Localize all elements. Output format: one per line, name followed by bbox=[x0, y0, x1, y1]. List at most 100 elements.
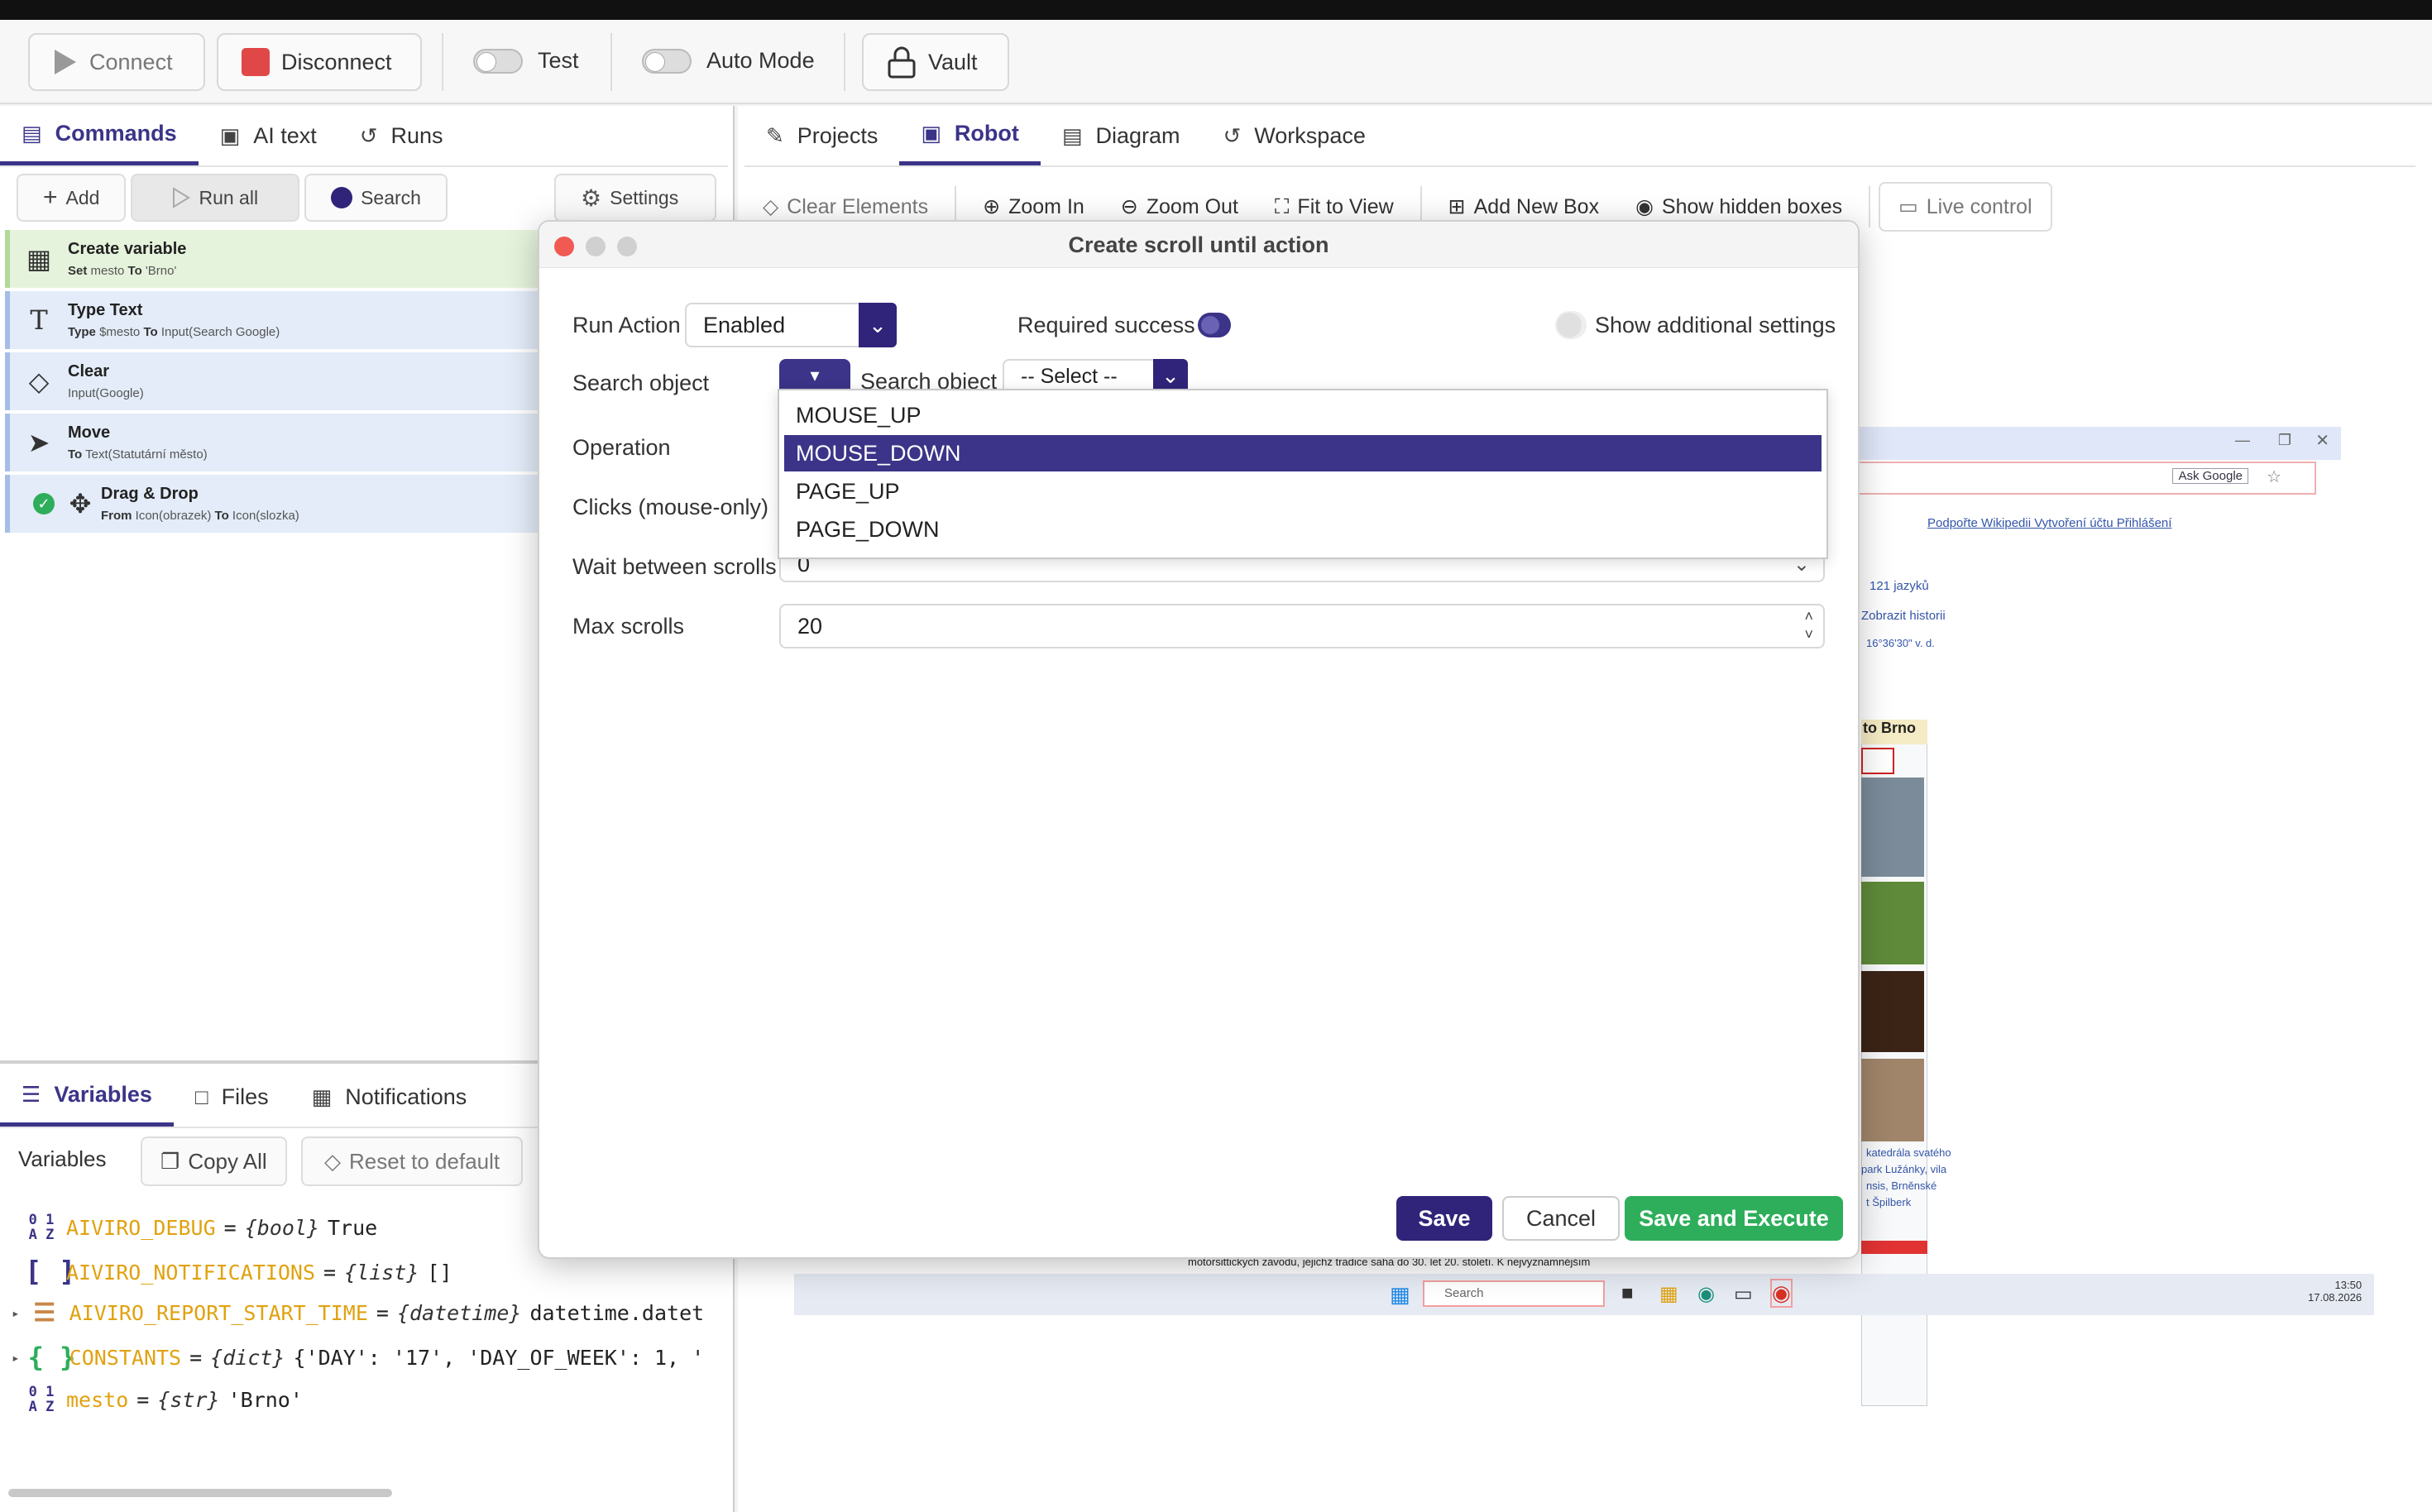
infobox-caption: park Lužánky, vila bbox=[1861, 1163, 1947, 1175]
variable-value: True bbox=[328, 1215, 378, 1240]
expand-icon[interactable]: ▸ bbox=[12, 1350, 20, 1366]
reset-default-button[interactable]: ◇ Reset to default bbox=[301, 1136, 524, 1186]
option-mouse-down[interactable]: MOUSE_DOWN bbox=[784, 435, 1822, 471]
history-icon: ↺ bbox=[359, 122, 378, 148]
zoom-in-button[interactable]: ⊕ Zoom In bbox=[965, 194, 1103, 219]
auto-mode-switch[interactable] bbox=[642, 48, 692, 74]
fit-to-view-button[interactable]: ⛶ Fit to View bbox=[1257, 195, 1412, 219]
option-label: MOUSE_DOWN bbox=[796, 441, 961, 466]
horizontal-scrollbar[interactable] bbox=[8, 1489, 392, 1497]
toolbar-divider bbox=[1869, 186, 1871, 227]
vault-label: Vault bbox=[928, 49, 978, 74]
tab-runs[interactable]: ↺ Runs bbox=[338, 106, 465, 165]
fireworks-photo bbox=[1861, 971, 1924, 1052]
max-scrolls-spinbox[interactable]: 20 ˄ ˅ bbox=[779, 604, 1825, 648]
copy-all-button[interactable]: ❐ Copy All bbox=[141, 1136, 287, 1186]
add-new-box-button[interactable]: ⊞ Add New Box bbox=[1430, 194, 1617, 219]
spinner-arrows-icon[interactable]: ˄ ˅ bbox=[1804, 607, 1813, 644]
run-all-button[interactable]: Run all bbox=[131, 174, 300, 222]
variables-label: Variables bbox=[18, 1146, 107, 1171]
search-label: Search bbox=[361, 186, 421, 208]
variable-row[interactable]: 0 1A Z AIVIRO_DEBUG = {bool} True bbox=[25, 1212, 378, 1243]
command-item[interactable]: ➤ Move To Text(Statutární město) bbox=[5, 414, 543, 471]
search-object-select[interactable]: -- Select -- ⌄ bbox=[1003, 359, 1188, 392]
tab-underline bbox=[0, 165, 728, 167]
villa-photo bbox=[1861, 1059, 1924, 1141]
save-and-execute-button[interactable]: Save and Execute bbox=[1625, 1196, 1843, 1241]
test-toggle[interactable]: Test bbox=[473, 48, 579, 74]
run-action-select[interactable]: Enabled ⌄ bbox=[685, 303, 897, 347]
tab-variables[interactable]: ☰ Variables bbox=[0, 1067, 174, 1127]
taskbar-search: Search bbox=[1423, 1280, 1605, 1307]
vault-button[interactable]: Vault bbox=[862, 33, 1009, 91]
eraser-icon: ◇ bbox=[763, 195, 779, 218]
required-success-toggle[interactable] bbox=[1198, 313, 1231, 337]
infobox-header: to Brno bbox=[1861, 720, 1927, 744]
robot-icon: ▣ bbox=[219, 122, 241, 148]
database-icon: ☰ bbox=[22, 1082, 41, 1107]
option-label: MOUSE_UP bbox=[796, 403, 922, 428]
connect-button[interactable]: Connect bbox=[28, 33, 205, 91]
tab-projects[interactable]: ✎ Projects bbox=[744, 106, 899, 165]
add-label: Add bbox=[65, 186, 100, 208]
add-button[interactable]: + Add bbox=[17, 174, 127, 222]
auto-mode-toggle[interactable]: Auto Mode bbox=[642, 48, 815, 74]
live-control-button[interactable]: ▭ Live control bbox=[1879, 182, 2052, 232]
clear-elements-button[interactable]: ◇ Clear Elements bbox=[744, 194, 946, 219]
save-button[interactable]: Save bbox=[1396, 1196, 1492, 1241]
add-box-icon: ⊞ bbox=[1448, 195, 1466, 218]
cancel-label: Cancel bbox=[1525, 1205, 1597, 1231]
test-switch[interactable] bbox=[473, 48, 523, 74]
operation-dropdown[interactable]: MOUSE_UP MOUSE_DOWN PAGE_UP PAGE_DOWN bbox=[778, 389, 1828, 559]
option-page-up[interactable]: PAGE_UP bbox=[784, 473, 1822, 510]
disconnect-button[interactable]: Disconnect bbox=[217, 33, 422, 91]
tab-ai-text[interactable]: ▣ AI text bbox=[199, 106, 338, 165]
tab-underline bbox=[744, 165, 2415, 167]
variable-value: [] bbox=[427, 1260, 452, 1285]
command-item[interactable]: ✓ ✥ Drag & Drop From Icon(obrazek) To Ic… bbox=[5, 475, 543, 533]
chevron-down-icon[interactable]: ⌄ bbox=[859, 303, 897, 347]
settings-button[interactable]: ⚙ Settings bbox=[554, 174, 716, 222]
variable-type: {list} bbox=[344, 1260, 419, 1285]
infobox-caption: t Špilberk bbox=[1866, 1196, 1912, 1208]
infobox-caption: katedrála svatého bbox=[1866, 1146, 1951, 1159]
tab-diagram[interactable]: ▤ Diagram bbox=[1041, 106, 1202, 165]
wiki-account-links: Podpořte Wikipedii Vytvoření účtu Přihlá… bbox=[1927, 516, 2172, 530]
wait-between-label: Wait between scrolls bbox=[572, 554, 777, 579]
variable-type: {dict} bbox=[210, 1345, 285, 1370]
close-window-icon[interactable] bbox=[554, 237, 574, 256]
tab-files[interactable]: □ Files bbox=[174, 1067, 290, 1127]
command-item[interactable]: T Type Text Type $mesto To Input(Search … bbox=[5, 291, 543, 349]
zoom-out-button[interactable]: ⊖ Zoom Out bbox=[1103, 194, 1257, 219]
tab-projects-label: Projects bbox=[797, 122, 878, 148]
variable-name: AIVIRO_DEBUG bbox=[66, 1215, 216, 1240]
chevron-down-icon[interactable]: ⌄ bbox=[1153, 359, 1188, 392]
maximize-window-icon[interactable] bbox=[617, 237, 637, 256]
file-edit-icon: ✎ bbox=[766, 122, 784, 148]
cancel-button[interactable]: Cancel bbox=[1502, 1196, 1620, 1241]
variable-row[interactable]: 0 1A Z mesto = {str} 'Brno' bbox=[25, 1385, 303, 1414]
copy-all-label: Copy All bbox=[188, 1148, 267, 1174]
tab-commands[interactable]: ▤ Commands bbox=[0, 106, 199, 165]
command-item[interactable]: ▦ Create variable Set mesto To 'Brno' bbox=[5, 230, 543, 288]
clear-elements-label: Clear Elements bbox=[787, 194, 929, 218]
search-object-type-button[interactable]: ▾ bbox=[779, 359, 850, 392]
tab-robot[interactable]: ▣ Robot bbox=[899, 106, 1041, 165]
option-mouse-up[interactable]: MOUSE_UP bbox=[784, 397, 1822, 433]
tab-workspace[interactable]: ↺ Workspace bbox=[1202, 106, 1387, 165]
variable-row[interactable]: ▸ { } CONSTANTS = {dict} {'DAY': '17', 'D… bbox=[12, 1342, 704, 1373]
tab-notifications[interactable]: ▦ Notifications bbox=[290, 1067, 489, 1127]
show-additional-toggle[interactable] bbox=[1555, 311, 1587, 339]
command-item[interactable]: ◇ Clear Input(Google) bbox=[5, 352, 543, 410]
variable-row[interactable]: ▸ ☰ AIVIRO_REPORT_START_TIME = {datetime}… bbox=[12, 1299, 704, 1328]
show-hidden-boxes-button[interactable]: ◉ Show hidden boxes bbox=[1617, 194, 1860, 219]
zoom-out-label: Zoom Out bbox=[1146, 194, 1238, 218]
number-type-icon: 0 1A Z bbox=[28, 1212, 55, 1243]
option-page-down[interactable]: PAGE_DOWN bbox=[784, 511, 1822, 548]
expand-icon[interactable]: ▸ bbox=[12, 1305, 20, 1321]
tab-variables-label: Variables bbox=[54, 1082, 152, 1107]
search-button[interactable]: Search bbox=[304, 174, 448, 222]
variable-row[interactable]: [ ] AIVIRO_NOTIFICATIONS = {list} [] bbox=[25, 1256, 452, 1289]
taskbar-clock: 13:50 17.08.2026 bbox=[2308, 1279, 2362, 1304]
minimize-window-icon[interactable] bbox=[586, 237, 606, 256]
